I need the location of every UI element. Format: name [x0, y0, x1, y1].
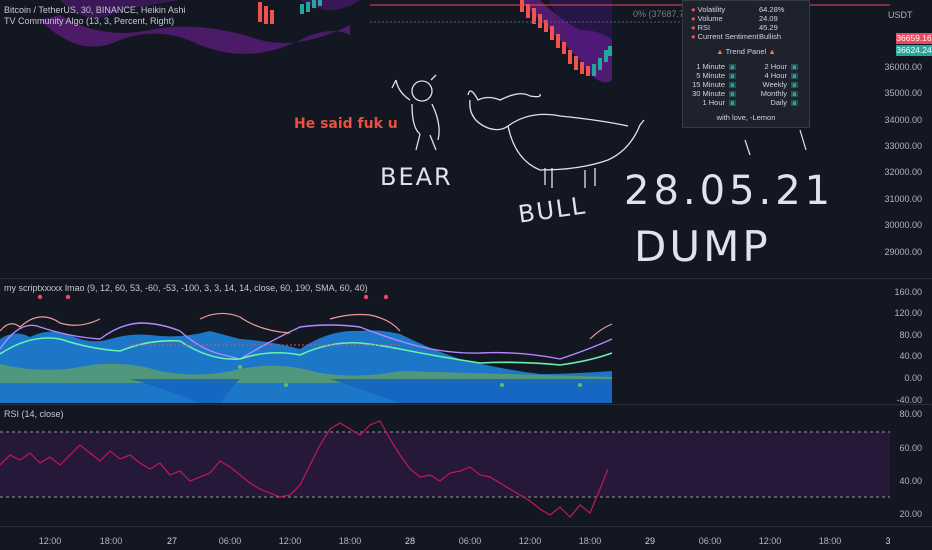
bear-drawing: [391, 74, 440, 151]
trend-check-icon: ▣: [791, 62, 799, 71]
osc-axis-label: 120.00: [894, 308, 922, 318]
trend-right-2: Weekly: [762, 80, 787, 89]
info-value-volume: 24.09: [759, 14, 778, 23]
symbol-line: Bitcoin / TetherUS, 30, BINANCE, Heikin …: [4, 5, 186, 15]
trend-check-icon: ▣: [729, 98, 737, 107]
trend-left-4: 1 Hour: [702, 98, 725, 107]
bull-drawing: [467, 90, 645, 188]
osc-axis-label: 40.00: [899, 351, 922, 361]
trend-check-icon: ▣: [729, 62, 737, 71]
panel-footer: with love, -Lemon: [716, 113, 776, 122]
bear-label: BEAR: [380, 163, 453, 191]
rsi-pane[interactable]: RSI (14, close) 80.00 60.00 40.00 20.00: [0, 405, 932, 525]
rsi-band: [0, 432, 890, 497]
osc-signal-dot: [238, 365, 242, 369]
time-axis-label: 3: [885, 536, 891, 546]
trend-check-icon: ▣: [729, 71, 737, 80]
oscillator-svg: [0, 294, 613, 403]
osc-signal-dot: [578, 383, 582, 387]
info-row-sentiment: ● Current Sentiment: [691, 32, 759, 41]
time-axis-label: 12:00: [278, 536, 302, 546]
time-axis-label: 12:00: [518, 536, 542, 546]
info-value-rsi: 45.29: [759, 23, 778, 32]
trend-left-1: 5 Minute: [696, 71, 725, 80]
market-info-panel: ● Volatility 64.28% ● Volume 24.09 ● RSI…: [682, 0, 810, 128]
time-axis-label: 12:00: [758, 536, 782, 546]
osc-signal-dot: [363, 294, 369, 300]
trend-check-icon: ▣: [791, 80, 799, 89]
info-row-volume: ● Volume: [691, 14, 723, 23]
osc-signal-dot: [37, 294, 43, 300]
trend-right-0: 2 Hour: [764, 62, 787, 71]
price-axis-label: 29000.00: [884, 247, 922, 257]
info-row-volatility: ● Volatility: [691, 5, 726, 14]
osc-axis-label: 0.00: [904, 373, 922, 383]
rsi-axis-label: 20.00: [899, 509, 922, 519]
rsi-title: RSI (14, close): [4, 409, 64, 419]
osc-signal-dot: [500, 383, 504, 387]
osc-signal-dot: [284, 383, 288, 387]
indicator-line: TV Community Algo (13, 3, Percent, Right…: [4, 16, 175, 26]
price-tag-red: 36659.16: [896, 33, 932, 44]
trend-right-4: Daily: [770, 98, 787, 107]
price-axis-label: 35000.00: [884, 88, 922, 98]
trend-left-2: 15 Minute: [692, 80, 725, 89]
date-label: 28.05.21: [624, 168, 835, 214]
time-axis-label: 18:00: [338, 536, 362, 546]
osc-axis-label: 160.00: [894, 287, 922, 297]
time-axis-label: 18:00: [578, 536, 602, 546]
price-axis-label: 36000.00: [884, 62, 922, 72]
price-axis-label: 32000.00: [884, 167, 922, 177]
trend-right-1: 4 Hour: [764, 71, 787, 80]
osc-signal-dot: [383, 294, 389, 300]
rsi-axis-label: 80.00: [899, 409, 922, 419]
rsi-svg: [0, 420, 890, 518]
info-row-rsi: ● RSI: [691, 23, 711, 32]
rsi-axis-label: 40.00: [899, 476, 922, 486]
time-axis-label: 28: [404, 536, 416, 546]
price-axis-label: 31000.00: [884, 194, 922, 204]
info-value-sentiment: Bullish: [759, 32, 782, 41]
time-axis-label: 18:00: [99, 536, 123, 546]
osc-axis-label: 80.00: [899, 330, 922, 340]
main-chart-pane[interactable]: Bitcoin / TetherUS, 30, BINANCE, Heikin …: [0, 0, 932, 278]
price-tag-green: 36624.24: [896, 45, 932, 56]
osc-title: my scriptxxxxx lmao (9, 12, 60, 53, -60,…: [4, 283, 368, 293]
price-axis-label: 30000.00: [884, 220, 922, 230]
trend-check-icon: ▣: [791, 98, 799, 107]
osc-signal-dot: [65, 294, 71, 300]
trend-left-3: 30 Minute: [692, 89, 725, 98]
info-value-volatility: 64.28%: [759, 5, 785, 14]
price-axis-label: 34000.00: [884, 115, 922, 125]
time-axis-label: 06:00: [698, 536, 722, 546]
trend-right-3: Monthly: [760, 89, 787, 98]
time-axis-label: 27: [166, 536, 178, 546]
time-axis-label: 12:00: [38, 536, 62, 546]
time-axis-label: 06:00: [458, 536, 482, 546]
oscillator-pane[interactable]: my scriptxxxxx lmao (9, 12, 60, 53, -60,…: [0, 279, 932, 405]
annotation-text: He said fuk u: [294, 116, 398, 132]
currency-label[interactable]: USDT: [888, 10, 913, 20]
time-axis-label: 18:00: [818, 536, 842, 546]
trend-left-0: 1 Minute: [696, 62, 725, 71]
trend-check-icon: ▣: [729, 89, 737, 98]
price-axis-label: 33000.00: [884, 141, 922, 151]
trend-check-icon: ▣: [791, 71, 799, 80]
time-axis-label: 06:00: [218, 536, 242, 546]
trend-panel-title: ▲ Trend Panel ▲: [716, 47, 776, 56]
dump-label: DUMP: [634, 222, 771, 271]
trend-check-icon: ▣: [729, 80, 737, 89]
rsi-axis-label: 60.00: [899, 443, 922, 453]
pane-separator: [0, 526, 932, 527]
trend-check-icon: ▣: [791, 89, 799, 98]
time-axis-label: 29: [644, 536, 656, 546]
